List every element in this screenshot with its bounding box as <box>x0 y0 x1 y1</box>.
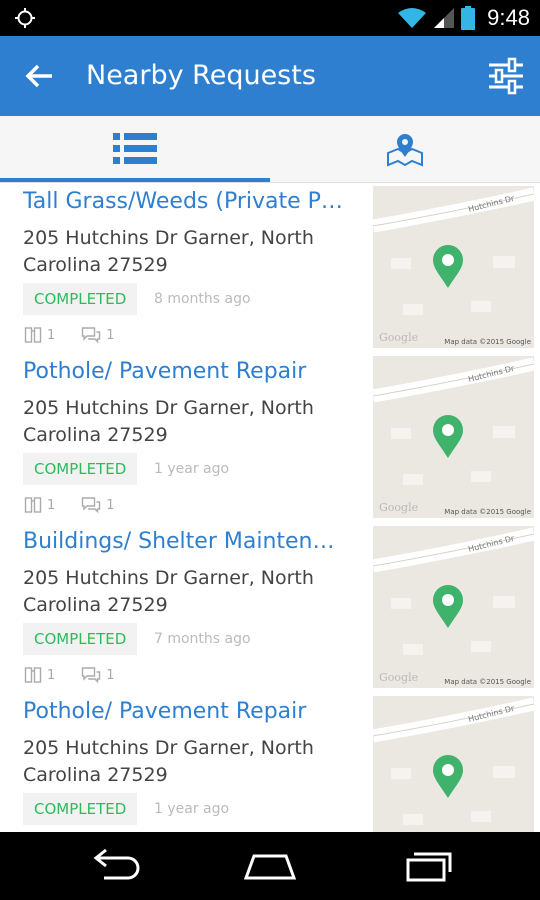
map-attribution: Map data ©2015 Google <box>444 678 531 686</box>
request-counts: 1 1 <box>24 665 141 685</box>
map-logo: Google <box>379 501 419 514</box>
tab-map[interactable] <box>270 116 540 182</box>
request-time: 1 year ago <box>154 801 230 817</box>
page-title: Nearby Requests <box>86 60 316 91</box>
map-logo: Google <box>379 331 419 344</box>
request-list: Tall Grass/Weeds (Private P… 205 Hutchin… <box>0 183 540 832</box>
gps-icon <box>15 8 35 28</box>
map-thumbnail[interactable]: Hutchins Dr Google Map data ©2015 Google <box>373 526 534 688</box>
follow-count: 1 <box>47 327 56 343</box>
follow-icon <box>24 327 42 343</box>
request-time: 1 year ago <box>154 461 230 477</box>
comment-icon <box>82 497 101 514</box>
follow-icon <box>24 667 42 683</box>
map-attribution: Map data ©2015 Google <box>444 508 531 516</box>
follow-count: 1 <box>47 497 56 513</box>
active-tab-indicator <box>0 178 270 182</box>
request-time: 7 months ago <box>154 631 251 647</box>
request-counts: 1 1 <box>24 325 141 345</box>
map-thumbnail[interactable]: Hutchins Dr Google Map data ©2015 Google <box>373 356 534 518</box>
map-attribution: Map data ©2015 Google <box>444 338 531 346</box>
status-badge: COMPLETED <box>23 623 138 655</box>
request-address: 205 Hutchins Dr Garner, North Carolina 2… <box>23 567 314 616</box>
follow-icon <box>24 497 42 513</box>
request-title[interactable]: Pothole/ Pavement Repair <box>23 699 343 724</box>
request-address: 205 Hutchins Dr Garner, North Carolina 2… <box>23 227 314 276</box>
map-background: Hutchins Dr <box>373 696 534 832</box>
comment-icon <box>82 327 101 344</box>
request-counts: 1 1 <box>24 495 141 515</box>
signal-icon <box>434 8 455 28</box>
map-background: Hutchins Dr <box>373 356 534 518</box>
nav-recents-icon[interactable] <box>400 846 460 886</box>
map-thumbnail[interactable]: Hutchins Dr <box>373 696 534 832</box>
request-time: 8 months ago <box>154 291 251 307</box>
comment-count: 1 <box>106 327 115 343</box>
back-arrow-icon[interactable] <box>22 58 58 94</box>
list-item[interactable]: Pothole/ Pavement Repair 205 Hutchins Dr… <box>0 353 540 523</box>
list-item[interactable]: Tall Grass/Weeds (Private P… 205 Hutchin… <box>0 183 540 353</box>
comment-count: 1 <box>106 497 115 513</box>
request-title[interactable]: Pothole/ Pavement Repair <box>23 359 343 384</box>
follow-count: 1 <box>47 667 56 683</box>
list-item[interactable]: Pothole/ Pavement Repair 205 Hutchins Dr… <box>0 693 540 832</box>
tab-list[interactable] <box>0 116 270 182</box>
list-icon <box>113 133 157 164</box>
map-background: Hutchins Dr <box>373 526 534 688</box>
request-title[interactable]: Tall Grass/Weeds (Private P… <box>23 189 343 214</box>
wifi-icon <box>398 8 427 28</box>
comment-count: 1 <box>106 667 115 683</box>
status-time: 9:48 <box>487 5 530 30</box>
nav-home-icon[interactable] <box>240 846 300 886</box>
status-bar: 9:48 <box>0 0 540 36</box>
comment-icon <box>82 667 101 684</box>
map-background: Hutchins Dr <box>373 186 534 348</box>
map-pin-icon <box>387 134 423 167</box>
status-badge: COMPLETED <box>23 453 138 485</box>
battery-icon <box>461 6 476 30</box>
filter-settings-icon[interactable] <box>486 56 526 96</box>
system-nav-bar <box>0 832 540 900</box>
map-logo: Google <box>379 671 419 684</box>
nav-back-icon[interactable] <box>84 846 144 886</box>
request-address: 205 Hutchins Dr Garner, North Carolina 2… <box>23 737 314 786</box>
request-title[interactable]: Buildings/ Shelter Mainten… <box>23 529 343 554</box>
map-thumbnail[interactable]: Hutchins Dr Google Map data ©2015 Google <box>373 186 534 348</box>
view-tabs <box>0 116 540 183</box>
app-bar: Nearby Requests <box>0 36 540 116</box>
status-badge: COMPLETED <box>23 283 138 315</box>
request-address: 205 Hutchins Dr Garner, North Carolina 2… <box>23 397 314 446</box>
status-badge: COMPLETED <box>23 793 138 825</box>
list-item[interactable]: Buildings/ Shelter Mainten… 205 Hutchins… <box>0 523 540 693</box>
